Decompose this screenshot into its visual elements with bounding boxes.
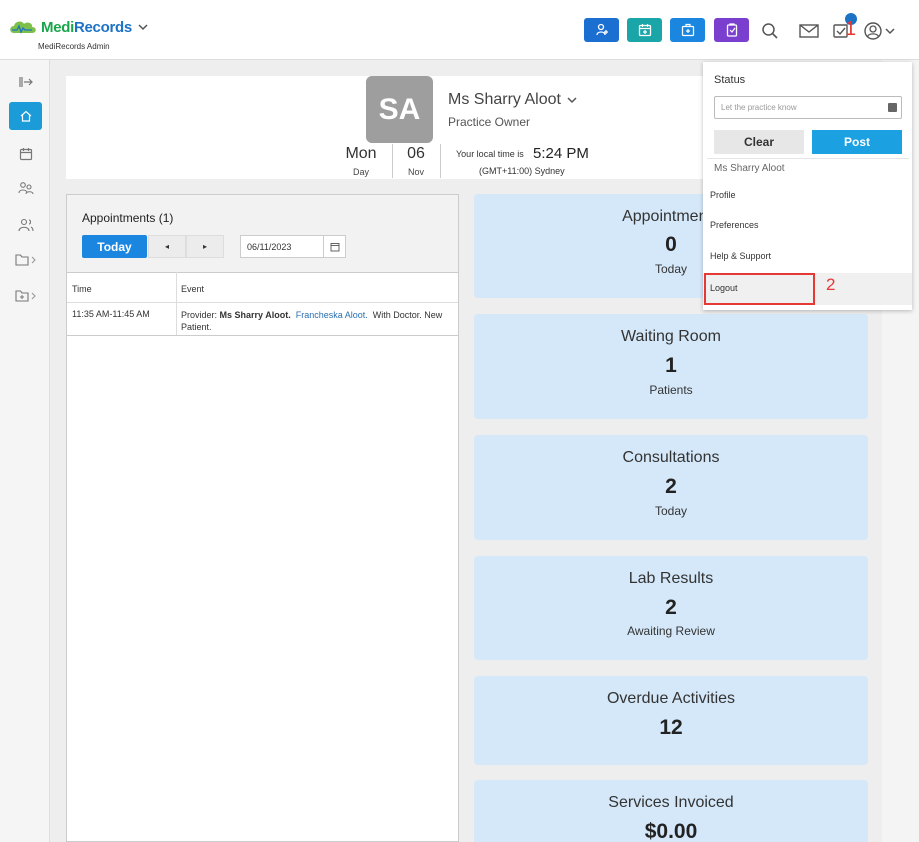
- month-label: Nov: [407, 167, 424, 177]
- profile-name[interactable]: Ms Sharry Aloot: [448, 91, 577, 109]
- table-row[interactable]: 11:35 AM-11:45 AM Provider: Ms Sharry Al…: [67, 303, 458, 336]
- appointments-header: Appointments (1) Today ◂ ▸ 06/11/2023: [67, 195, 458, 272]
- appointments-title: Appointments (1): [82, 211, 174, 225]
- today-button[interactable]: Today: [82, 235, 147, 258]
- stat-card-lab-results[interactable]: Lab Results 2 Awaiting Review: [474, 556, 868, 660]
- date-picker-input[interactable]: 06/11/2023: [240, 235, 346, 258]
- local-time-value: 5:24 PM: [533, 145, 589, 162]
- day-name: Mon: [345, 145, 377, 162]
- day-display: Mon Day: [342, 145, 380, 177]
- menu-item-preferences[interactable]: Preferences: [710, 220, 759, 230]
- provider-name: Ms Sharry Aloot.: [219, 310, 291, 320]
- stat-card-services-invoiced[interactable]: Services Invoiced $0.00: [474, 780, 868, 842]
- divider: [707, 158, 909, 159]
- day-label: Day: [352, 167, 369, 177]
- local-time-label: Your local time is: [456, 149, 524, 159]
- contacts-icon[interactable]: [9, 211, 42, 239]
- logo-subtitle: MediRecords Admin: [38, 42, 110, 51]
- divider: [392, 144, 393, 178]
- home-icon[interactable]: [9, 102, 42, 130]
- patients-icon[interactable]: [9, 174, 42, 202]
- date-display: 06 Nov: [400, 145, 432, 177]
- cloud-logo-icon: [8, 18, 38, 36]
- mail-icon[interactable]: [796, 18, 822, 44]
- status-input[interactable]: Let the practice know: [714, 96, 902, 119]
- stat-card-consultations[interactable]: Consultations 2 Today: [474, 435, 868, 540]
- documents-folder-icon[interactable]: [9, 282, 42, 310]
- next-day-button[interactable]: ▸: [186, 235, 224, 258]
- add-consultation-button[interactable]: [670, 18, 705, 42]
- highlight-box: [704, 273, 815, 305]
- medical-bag-icon: [681, 23, 694, 37]
- day-number: 06: [407, 145, 425, 162]
- annotation-number-2: 2: [826, 275, 836, 294]
- status-label: Status: [714, 74, 746, 86]
- app-logo[interactable]: MediRecords: [8, 18, 148, 36]
- calendar-plus-icon: [638, 24, 651, 37]
- profile-role: Practice Owner: [448, 115, 531, 129]
- stat-card-overdue-activities[interactable]: Overdue Activities 12: [474, 676, 868, 765]
- folder-icon[interactable]: [9, 246, 42, 274]
- timezone: (GMT+11:00) Sydney: [479, 166, 565, 176]
- column-header-event: Event: [181, 284, 205, 294]
- top-header: MediRecords MediRecords Admin 1: [0, 0, 919, 60]
- clipboard-icon: [726, 23, 737, 37]
- appointment-event: Provider: Ms Sharry Aloot. Francheska Al…: [181, 310, 443, 332]
- appointments-table-header: Time Event: [67, 272, 458, 303]
- profile-chevron-down-icon: [567, 97, 577, 104]
- add-task-button[interactable]: [714, 18, 749, 42]
- avatar[interactable]: SA: [366, 76, 433, 143]
- menu-item-help-support[interactable]: Help & Support: [710, 251, 771, 261]
- chevron-down-icon[interactable]: [138, 18, 148, 36]
- divider: [440, 144, 441, 178]
- add-user-icon: [595, 23, 608, 36]
- dropdown-user-name: Ms Sharry Aloot: [714, 163, 785, 174]
- left-sidebar: [0, 60, 50, 842]
- appointment-time: 11:35 AM-11:45 AM: [72, 309, 150, 319]
- logo-text: MediRecords: [41, 18, 132, 36]
- add-patient-button[interactable]: [584, 18, 619, 42]
- keyboard-icon: [888, 103, 897, 112]
- account-chevron-down-icon[interactable]: [882, 18, 898, 44]
- prev-day-button[interactable]: ◂: [148, 235, 186, 258]
- post-button[interactable]: Post: [812, 130, 902, 154]
- calendar-icon[interactable]: [9, 140, 42, 168]
- calendar-picker-icon[interactable]: [323, 236, 345, 257]
- stat-card-waiting-room[interactable]: Waiting Room 1 Patients: [474, 314, 868, 419]
- clear-button[interactable]: Clear: [714, 130, 804, 154]
- appointments-panel: Appointments (1) Today ◂ ▸ 06/11/2023 Ti…: [66, 194, 459, 842]
- annotation-number-1: 1: [845, 18, 857, 40]
- expand-sidebar-icon[interactable]: [9, 68, 42, 96]
- search-icon[interactable]: [757, 18, 783, 44]
- column-header-time: Time: [72, 284, 92, 294]
- menu-item-profile[interactable]: Profile: [710, 190, 736, 200]
- patient-link[interactable]: Francheska Aloot.: [296, 310, 368, 320]
- add-appointment-button[interactable]: [627, 18, 662, 42]
